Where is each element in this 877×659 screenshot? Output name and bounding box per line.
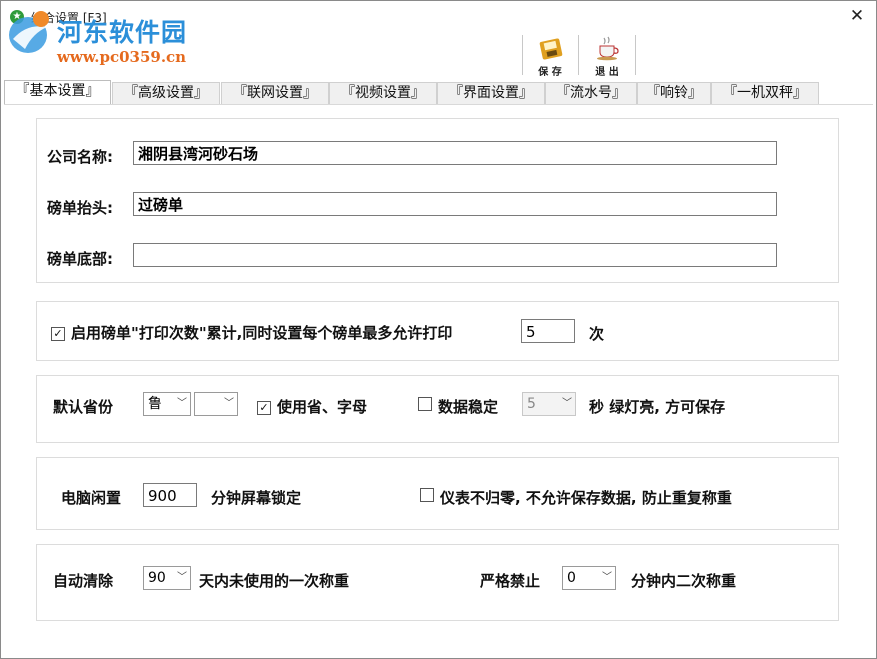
- print-count-input[interactable]: 5: [521, 319, 575, 343]
- province-dropdown-value: 鲁: [148, 396, 162, 412]
- tab-video-settings[interactable]: 『视频设置』: [329, 82, 437, 104]
- forbid-suffix-text: 分钟内二次称重: [631, 572, 737, 590]
- strict-forbid-label: 严格禁止: [480, 572, 541, 590]
- watermark: 河东软件园 www.pc0359.cn: [1, 7, 211, 67]
- tab-advanced-settings[interactable]: 『高级设置』: [112, 82, 220, 104]
- meter-zero-label: 仪表不归零, 不允许保存数据, 防止重复称重: [440, 489, 732, 507]
- meter-zero-checkbox[interactable]: 仪表不归零, 不允许保存数据, 防止重复称重: [420, 487, 732, 508]
- tab-bell[interactable]: 『响铃』: [637, 82, 711, 104]
- save-button[interactable]: 保 存: [525, 35, 575, 78]
- company-name-label: 公司名称:: [47, 148, 113, 166]
- print-count-group: ✓ 启用磅单"打印次数"累计,同时设置每个磅单最多允许打印 5 次: [36, 301, 839, 361]
- use-letters-label: 使用省、字母: [277, 398, 368, 416]
- watermark-logo-icon: [9, 11, 49, 53]
- tab-content-basic: 公司名称: 湘阴县湾河砂石场 磅单抬头: 过磅单 磅单底部: ✓ 启用磅单"打印次…: [4, 104, 873, 655]
- checkbox-box: ✓: [257, 401, 271, 415]
- tab-interface-settings[interactable]: 『界面设置』: [437, 82, 545, 104]
- default-province-label: 默认省份: [53, 398, 114, 416]
- chevron-down-icon: ﹀: [177, 572, 187, 583]
- checkbox-box: [420, 488, 434, 502]
- chevron-down-icon: ﹀: [562, 398, 572, 409]
- print-count-label: 启用磅单"打印次数"累计,同时设置每个磅单最多允许打印: [71, 324, 453, 342]
- checkbox-box: [418, 397, 432, 411]
- cleanup-group: 自动清除 90 ﹀ 天内未使用的一次称重 严格禁止 0 ﹀ 分钟内二次称重: [36, 544, 839, 621]
- print-count-unit: 次: [589, 325, 605, 343]
- auto-clear-label: 自动清除: [53, 572, 114, 590]
- forbid-minutes-value: 0: [567, 570, 576, 586]
- province-dropdown[interactable]: 鲁 ﹀: [143, 392, 191, 416]
- chevron-down-icon: ﹀: [224, 398, 234, 409]
- company-name-input[interactable]: 湘阴县湾河砂石场: [133, 141, 777, 165]
- checkbox-box: ✓: [51, 327, 65, 341]
- tab-network-settings[interactable]: 『联网设置』: [221, 82, 329, 104]
- print-count-checkbox[interactable]: ✓ 启用磅单"打印次数"累计,同时设置每个磅单最多允许打印: [51, 322, 452, 343]
- data-stable-checkbox[interactable]: 数据稳定: [418, 396, 498, 417]
- clear-days-suffix: 天内未使用的一次称重: [199, 572, 350, 590]
- idle-label: 电脑闲置: [61, 489, 122, 507]
- idle-group: 电脑闲置 900 分钟屏幕锁定 仪表不归零, 不允许保存数据, 防止重复称重: [36, 457, 839, 530]
- ticket-header-label: 磅单抬头:: [47, 199, 113, 217]
- floppy-save-icon: [539, 38, 563, 60]
- company-info-group: 公司名称: 湘阴县湾河砂石场 磅单抬头: 过磅单 磅单底部:: [36, 118, 839, 283]
- ticket-header-input[interactable]: 过磅单: [133, 192, 777, 216]
- chevron-down-icon: ﹀: [602, 572, 612, 583]
- toolbar-separator: [578, 35, 579, 75]
- close-button[interactable]: ✕: [846, 5, 868, 27]
- coffee-cup-exit-icon: [597, 36, 619, 61]
- ticket-footer-label: 磅单底部:: [47, 250, 113, 268]
- province-group: 默认省份 鲁 ﹀ ﹀ ✓ 使用省、字母 数据稳定 5 ﹀ 秒 绿灯亮, 方可保存: [36, 375, 839, 443]
- settings-window: ★ 综合设置 [F3] ✕ 河东软件园 www.pc0359.cn 保 存 退 …: [0, 0, 877, 659]
- toolbar-separator: [522, 35, 523, 75]
- ticket-footer-input[interactable]: [133, 243, 777, 267]
- save-button-label: 保 存: [538, 67, 562, 78]
- idle-suffix-text: 分钟屏幕锁定: [211, 489, 302, 507]
- toolbar-separator: [635, 35, 636, 75]
- clear-days-value: 90: [148, 570, 166, 586]
- data-stable-label: 数据稳定: [438, 398, 499, 416]
- watermark-url: www.pc0359.cn: [57, 48, 187, 66]
- stable-seconds-value: 5: [527, 396, 536, 412]
- tab-basic-settings[interactable]: 『基本设置』: [4, 80, 111, 104]
- letter-dropdown[interactable]: ﹀: [194, 392, 238, 416]
- tab-serial-number[interactable]: 『流水号』: [545, 82, 637, 104]
- clear-days-dropdown[interactable]: 90 ﹀: [143, 566, 191, 590]
- watermark-site-name: 河东软件园: [57, 18, 188, 47]
- stable-seconds-dropdown[interactable]: 5 ﹀: [522, 392, 576, 416]
- tab-dual-scale[interactable]: 『一机双秤』: [711, 82, 819, 104]
- chevron-down-icon: ﹀: [177, 398, 187, 409]
- use-letters-checkbox[interactable]: ✓ 使用省、字母: [257, 396, 367, 417]
- exit-button[interactable]: 退 出: [582, 35, 632, 78]
- exit-button-label: 退 出: [595, 67, 619, 78]
- forbid-minutes-dropdown[interactable]: 0 ﹀: [562, 566, 616, 590]
- idle-minutes-input[interactable]: 900: [143, 483, 197, 507]
- stable-suffix-text: 秒 绿灯亮, 方可保存: [589, 398, 726, 416]
